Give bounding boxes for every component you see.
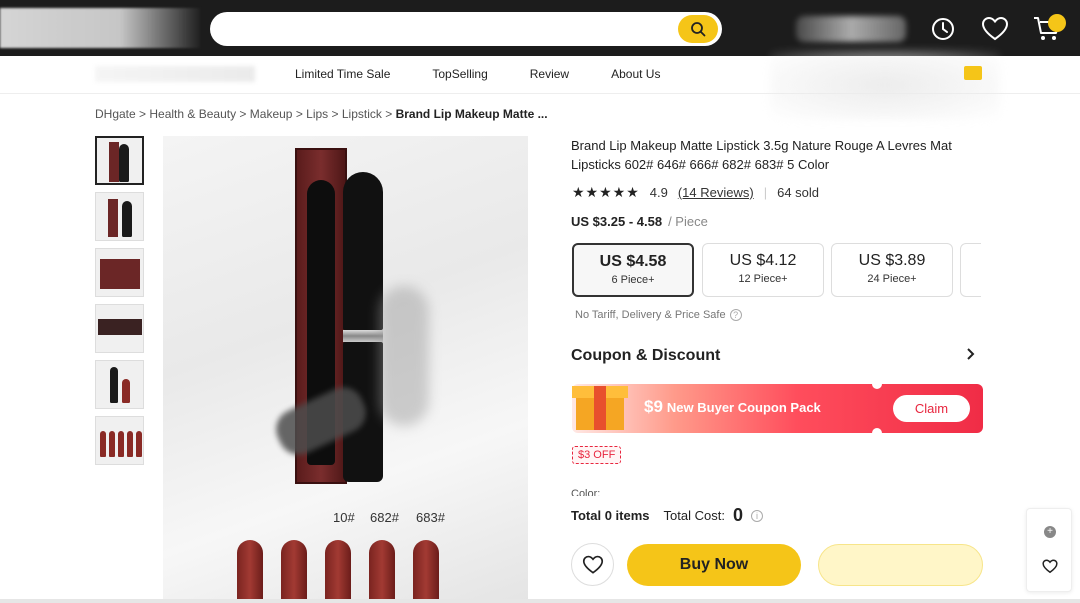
lipstick-bullet (281, 540, 307, 603)
tier-qty: 6 Piece+ (611, 274, 655, 286)
delivery-notice: No Tariff, Delivery & Price Safe ? (575, 309, 742, 321)
add-to-wishlist-button[interactable] (571, 543, 614, 586)
buy-now-button[interactable]: Buy Now (627, 544, 801, 586)
history-icon (932, 18, 954, 40)
tier-price: US $4.58 (599, 253, 667, 270)
star-rating-icon: ★★★★★ (572, 184, 640, 200)
logo-area-obscured (0, 8, 200, 48)
info-icon[interactable]: ? (729, 309, 742, 321)
thumbnail-2[interactable] (95, 192, 144, 241)
coupon-text: $9 New Buyer Coupon Pack (644, 397, 821, 417)
heart-icon[interactable] (1042, 559, 1058, 579)
total-cost-label: Total Cost: (663, 508, 725, 523)
price-range-value: US $3.25 - 4.58 (571, 214, 663, 229)
shade-label: 10# (333, 510, 355, 525)
lipstick-bullet (325, 540, 351, 603)
price-tier-option[interactable]: US $3.89 24 Piece+ (831, 243, 953, 297)
price-tier-option[interactable]: US $4.58 6 Piece+ (572, 243, 694, 297)
store-badge-icon (964, 66, 982, 80)
breadcrumb-item[interactable]: Lips (306, 107, 328, 121)
price-tiers: US $4.58 6 Piece+ US $4.12 12 Piece+ US … (571, 243, 981, 298)
top-header (0, 0, 1080, 56)
thumbnail-list (95, 136, 145, 472)
reviews-link[interactable]: (14 Reviews) (678, 185, 754, 200)
floating-side-panel: + (1026, 508, 1072, 592)
search-button[interactable] (678, 15, 718, 43)
tier-price: US $3.89 (858, 252, 926, 269)
info-icon[interactable]: i (750, 509, 763, 522)
product-page: Limited Time Sale TopSelling Review Abou… (0, 0, 1080, 603)
obscured-region (770, 50, 1000, 120)
lipstick-tube (343, 172, 383, 482)
price-tier-option-partial[interactable] (960, 243, 981, 297)
coupon-label: New Buyer Coupon Pack (666, 400, 821, 415)
lipstick-bullet (413, 540, 439, 603)
nav-limited-time-sale[interactable]: Limited Time Sale (295, 67, 390, 81)
total-cost-value: 0 (732, 505, 743, 525)
color-label: Color: (571, 488, 601, 496)
account-area-obscured (796, 16, 906, 42)
breadcrumb-current: Brand Lip Makeup Matte ... (395, 107, 548, 121)
lipstick-bullet (237, 540, 263, 603)
store-name-obscured (95, 66, 255, 82)
rating-value: 4.9 (649, 185, 668, 200)
nav-review[interactable]: Review (530, 67, 569, 81)
breadcrumb-item[interactable]: DHgate (95, 107, 136, 121)
tier-qty: 24 Piece+ (867, 273, 917, 285)
tier-qty: 12 Piece+ (738, 273, 788, 285)
shade-label: 682# (370, 510, 399, 525)
history-button[interactable] (928, 14, 958, 44)
breadcrumb: DHgate > Health & Beauty > Makeup > Lips… (95, 107, 548, 121)
search-bar (210, 12, 722, 46)
heart-icon (582, 555, 603, 574)
search-input[interactable] (226, 19, 666, 39)
sold-count: 64 sold (777, 185, 820, 200)
obscured-region (379, 286, 429, 426)
main-product-image[interactable]: 10# 682# 683# (163, 136, 528, 603)
discount-tag[interactable]: $3 OFF (572, 446, 622, 464)
product-title: Brand Lip Makeup Matte Lipstick 3.5g Nat… (571, 138, 952, 172)
store-nav-extra (936, 66, 984, 82)
coupon-banner[interactable]: $9 New Buyer Coupon Pack Claim (572, 379, 983, 438)
thumbnail-3[interactable] (95, 248, 144, 297)
nav-topselling[interactable]: TopSelling (432, 67, 487, 81)
thumbnail-1[interactable] (95, 136, 144, 185)
price-unit: / Piece (668, 214, 708, 229)
heart-icon (981, 16, 1009, 41)
breadcrumb-item[interactable]: Health & Beauty (149, 107, 236, 121)
tier-price: US $4.12 (729, 252, 797, 269)
divider: | (763, 185, 768, 200)
search-icon (691, 22, 706, 37)
plus-icon[interactable]: + (1044, 526, 1056, 538)
price-range: US $3.25 - 4.58 / Piece (571, 214, 708, 229)
claim-button[interactable]: Claim (893, 395, 970, 422)
breadcrumb-item[interactable]: Makeup (250, 107, 293, 121)
thumbnail-4[interactable] (95, 304, 144, 353)
header-icons (796, 12, 1062, 46)
notice-text: No Tariff, Delivery & Price Safe (575, 309, 726, 321)
total-row: Total 0 items Total Cost: 0 i (571, 505, 763, 526)
wishlist-header-button[interactable] (980, 14, 1010, 44)
breadcrumb-item[interactable]: Lipstick (342, 107, 382, 121)
add-to-cart-button[interactable] (818, 544, 983, 586)
ticket-notch (872, 428, 882, 438)
ticket-notch (872, 379, 882, 389)
gift-icon (572, 376, 628, 430)
coupon-amount: $9 (644, 397, 663, 416)
thumbnail-5[interactable] (95, 360, 144, 409)
price-tier-option[interactable]: US $4.12 12 Piece+ (702, 243, 824, 297)
thumbnail-6[interactable] (95, 416, 144, 465)
rating-row: ★★★★★ 4.9 (14 Reviews) | 64 sold (572, 184, 819, 201)
coupon-section-title[interactable]: Coupon & Discount (571, 347, 720, 365)
page-bottom-edge (0, 599, 1080, 603)
total-items: Total 0 items (571, 508, 650, 523)
shade-label: 683# (416, 510, 445, 525)
chevron-right-icon[interactable] (966, 347, 976, 366)
cart-badge (1048, 14, 1066, 32)
lipstick-bullet (369, 540, 395, 603)
store-nav-links: Limited Time Sale TopSelling Review Abou… (295, 67, 660, 81)
nav-about-us[interactable]: About Us (611, 67, 660, 81)
